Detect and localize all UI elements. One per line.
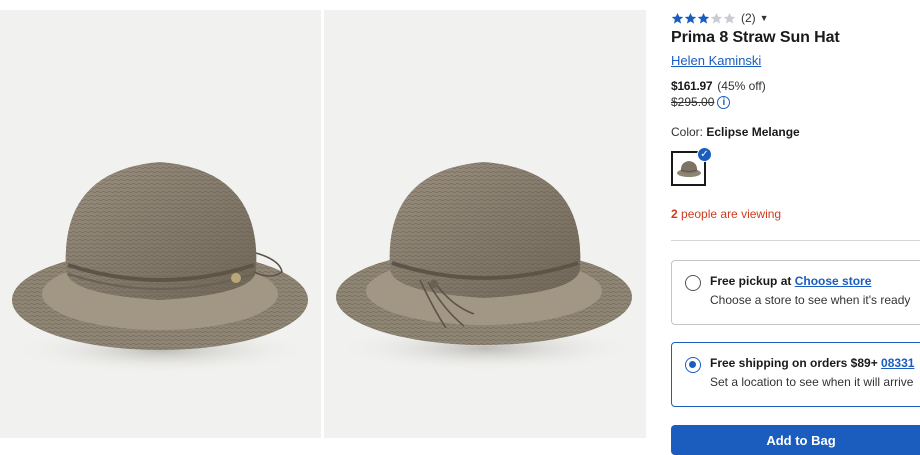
- shipping-radio[interactable]: [685, 357, 701, 373]
- viewing-count: 2: [671, 207, 678, 221]
- chevron-down-icon[interactable]: ▼: [760, 13, 769, 23]
- divider: [671, 240, 920, 241]
- star-shape: [710, 12, 723, 24]
- rating-summary[interactable]: (2) ▼: [671, 11, 769, 25]
- star-icon: [671, 12, 684, 24]
- brand-link[interactable]: Helen Kaminski: [671, 53, 761, 68]
- product-image-front[interactable]: [0, 10, 321, 438]
- star-icon: [684, 12, 697, 24]
- star-icon: [697, 12, 710, 24]
- selected-check-icon: ✓: [697, 147, 712, 162]
- discount-text: (45% off): [717, 79, 766, 93]
- star-shape: [684, 12, 697, 24]
- star-shape: [697, 12, 710, 24]
- sale-price: $161.97: [671, 79, 713, 93]
- price-block: $161.97 (45% off): [671, 79, 766, 93]
- star-icon: [710, 12, 723, 24]
- star-shape: [671, 12, 684, 24]
- pickup-title: Free pickup at Choose store: [710, 274, 871, 288]
- review-count[interactable]: (2): [741, 11, 756, 25]
- color-selection: Color: Eclipse Melange: [671, 125, 800, 139]
- add-to-bag-button[interactable]: Add to Bag: [671, 425, 920, 455]
- product-info-panel: (2) ▼ Prima 8 Straw Sun Hat Helen Kamins…: [671, 0, 920, 455]
- color-label: Color:: [671, 125, 704, 139]
- product-gallery: [0, 10, 646, 438]
- original-price: $295.00: [671, 95, 715, 109]
- pickup-option[interactable]: Free pickup at Choose store Choose a sto…: [671, 260, 920, 325]
- zip-code-link[interactable]: 08331: [881, 356, 914, 370]
- star-rating: [671, 12, 736, 25]
- color-value: Eclipse Melange: [706, 125, 800, 139]
- pickup-title-text: Free pickup at: [710, 274, 795, 288]
- original-price-row: $295.00 i: [671, 95, 731, 109]
- product-title: Prima 8 Straw Sun Hat: [671, 29, 840, 46]
- info-icon[interactable]: i: [717, 95, 731, 109]
- viewing-text: people are viewing: [677, 207, 782, 221]
- shipping-title: Free shipping on orders $89+ 08331: [710, 356, 914, 370]
- shipping-title-text: Free shipping on orders $89+: [710, 356, 882, 370]
- product-image-back[interactable]: [324, 10, 646, 438]
- star-shape: [723, 12, 736, 24]
- viewing-alert: 2 people are viewing: [671, 207, 781, 221]
- choose-store-link[interactable]: Choose store: [795, 274, 872, 288]
- star-icon: [723, 12, 736, 24]
- shipping-subtitle: Set a location to see when it will arriv…: [710, 375, 914, 389]
- pickup-radio[interactable]: [685, 275, 701, 291]
- shipping-option[interactable]: Free shipping on orders $89+ 08331 Set a…: [671, 342, 920, 407]
- pickup-subtitle: Choose a store to see when it's ready: [710, 293, 911, 307]
- hat-thumbnail-icon: [677, 161, 701, 177]
